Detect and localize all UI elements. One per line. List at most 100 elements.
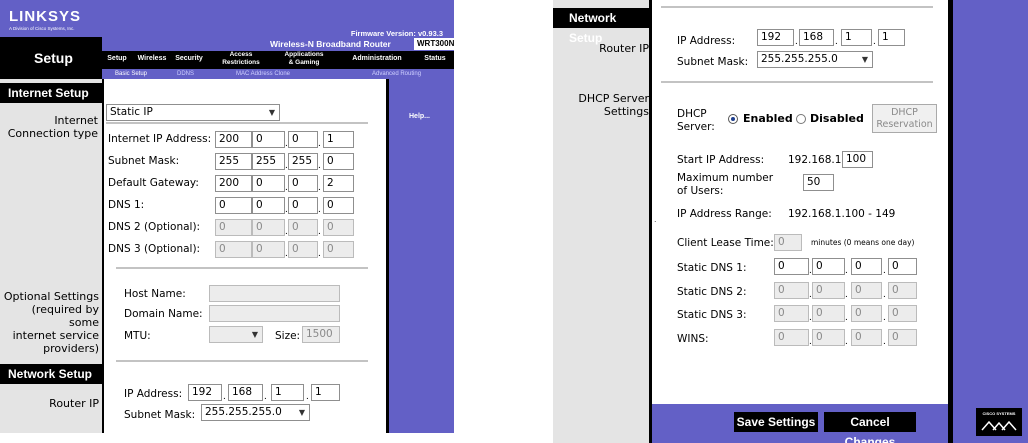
tab-administration[interactable]: Administration xyxy=(348,55,406,62)
dns1-octet-1[interactable]: 0 xyxy=(215,197,252,214)
static-dns3-octet-2[interactable]: 0 xyxy=(812,305,845,322)
dot: . xyxy=(845,289,848,300)
start-ip-input[interactable]: 100 xyxy=(842,151,873,168)
static-dns2-octet-2[interactable]: 0 xyxy=(812,282,845,299)
cisco-bridge-icon xyxy=(981,420,1017,431)
save-settings-button[interactable]: Save Settings xyxy=(734,412,818,432)
tab-access-restrictions[interactable]: Access Restrictions xyxy=(214,51,268,67)
gateway-octet-4[interactable]: 2 xyxy=(323,175,354,192)
label-lease-time: Client Lease Time: xyxy=(677,237,774,249)
label-ip-address: IP Address: xyxy=(124,388,183,400)
mtu-size-input[interactable]: 1500 xyxy=(302,326,340,343)
router-ip-octet-3[interactable]: 1 xyxy=(271,384,304,401)
router-ip-octet-1[interactable]: 192 xyxy=(757,29,794,46)
subnet-octet-2[interactable]: 255 xyxy=(252,153,285,170)
router-ip-octet-4[interactable]: 1 xyxy=(311,384,340,401)
section-network-setup: Network Setup xyxy=(0,364,102,384)
domain-name-input[interactable] xyxy=(209,305,340,322)
router-subnet-select[interactable]: 255.255.255.0 ▼ xyxy=(757,51,873,68)
dhcp-reservation-button[interactable]: DHCP Reservation xyxy=(872,104,937,133)
gateway-octet-2[interactable]: 0 xyxy=(252,175,285,192)
subnet-octet-1[interactable]: 255 xyxy=(215,153,252,170)
dot: . xyxy=(883,312,886,323)
dns3-octet-3[interactable]: 0 xyxy=(288,241,318,258)
gateway-octet-3[interactable]: 0 xyxy=(288,175,318,192)
subtab-ddns[interactable]: DDNS xyxy=(177,69,194,79)
dns3-octet-2[interactable]: 0 xyxy=(252,241,285,258)
router-ip-octet-3[interactable]: 1 xyxy=(841,29,872,46)
wins-octet-4[interactable]: 0 xyxy=(888,329,917,346)
subtab-mac-clone[interactable]: MAC Address Clone xyxy=(236,69,290,79)
internet-ip-octet-2[interactable]: 0 xyxy=(252,131,285,148)
max-users-input[interactable]: 50 xyxy=(803,174,834,191)
tab-setup[interactable]: Setup xyxy=(104,55,130,62)
static-dns1-octet-3[interactable]: 0 xyxy=(851,258,882,275)
static-dns1-octet-2[interactable]: 0 xyxy=(812,258,845,275)
static-dns2-octet-1[interactable]: 0 xyxy=(774,282,809,299)
internet-ip-octet-1[interactable]: 200 xyxy=(215,131,252,148)
static-dns1-octet-1[interactable]: 0 xyxy=(774,258,809,275)
router-subnet-value: 255.255.255.0 xyxy=(205,406,282,418)
dns2-octet-4[interactable]: 0 xyxy=(323,219,354,236)
static-dns3-octet-4[interactable]: 0 xyxy=(888,305,917,322)
static-dns3-octet-3[interactable]: 0 xyxy=(851,305,882,322)
dns2-octet-2[interactable]: 0 xyxy=(252,219,285,236)
router-ip-octet-2[interactable]: 168 xyxy=(799,29,834,46)
tab-status[interactable]: Status xyxy=(418,55,452,62)
dns1-octet-4[interactable]: 0 xyxy=(323,197,354,214)
label-static-dns2: Static DNS 2: xyxy=(677,286,747,298)
label-start-ip: Start IP Address: xyxy=(677,154,765,166)
help-link[interactable]: Help... xyxy=(409,113,430,120)
subtab-advanced-routing[interactable]: Advanced Routing xyxy=(372,69,421,79)
mtu-select[interactable]: ▼ xyxy=(209,326,263,343)
gateway-octet-1[interactable]: 200 xyxy=(215,175,252,192)
tab-applications-gaming[interactable]: Applications & Gaming xyxy=(276,51,332,67)
dot: . xyxy=(845,312,848,323)
label-dns3: DNS 3 (Optional): xyxy=(108,243,201,255)
dot: . xyxy=(318,160,321,171)
host-name-input[interactable] xyxy=(209,285,340,302)
router-subnet-select[interactable]: 255.255.255.0 ▼ xyxy=(201,404,310,421)
subtab-basic-setup[interactable]: Basic Setup xyxy=(115,69,147,79)
router-ip-octet-1[interactable]: 192 xyxy=(188,384,222,401)
tab-wireless[interactable]: Wireless xyxy=(134,55,170,62)
wins-octet-3[interactable]: 0 xyxy=(851,329,882,346)
label-max-users: Maximum number of Users: xyxy=(677,172,774,197)
wins-octet-2[interactable]: 0 xyxy=(812,329,845,346)
cisco-logo-text: CISCO SYSTEMS xyxy=(982,411,1016,416)
divider xyxy=(661,81,933,83)
info-mark: . xyxy=(654,214,657,224)
dns1-octet-2[interactable]: 0 xyxy=(252,197,285,214)
internet-ip-octet-3[interactable]: 0 xyxy=(288,131,318,148)
static-dns1-octet-4[interactable]: 0 xyxy=(888,258,917,275)
connection-type-select[interactable]: Static IP ▼ xyxy=(106,104,280,121)
label-default-gateway: Default Gateway: xyxy=(108,177,199,189)
label-static-dns1: Static DNS 1: xyxy=(677,262,747,274)
label-internet-ip: Internet IP Address: xyxy=(108,133,212,145)
subnet-octet-3[interactable]: 255 xyxy=(288,153,318,170)
dot: . xyxy=(873,36,876,47)
radio-selected-icon xyxy=(728,114,738,124)
static-dns3-octet-1[interactable]: 0 xyxy=(774,305,809,322)
wins-octet-1[interactable]: 0 xyxy=(774,329,809,346)
tab-security[interactable]: Security xyxy=(172,55,206,62)
internet-ip-octet-4[interactable]: 1 xyxy=(323,131,354,148)
static-dns2-octet-3[interactable]: 0 xyxy=(851,282,882,299)
dns3-octet-4[interactable]: 0 xyxy=(323,241,354,258)
router-ip-octet-2[interactable]: 168 xyxy=(228,384,263,401)
lease-time-input[interactable]: 0 xyxy=(774,234,802,251)
label-subnet-mask: Subnet Mask: xyxy=(677,56,749,68)
dot: . xyxy=(835,36,838,47)
dns2-octet-1[interactable]: 0 xyxy=(215,219,252,236)
label-subnet-mask: Subnet Mask: xyxy=(108,155,180,167)
dns1-octet-3[interactable]: 0 xyxy=(288,197,318,214)
dot: . xyxy=(318,204,321,215)
dns2-octet-3[interactable]: 0 xyxy=(288,219,318,236)
cancel-changes-button[interactable]: Cancel Changes xyxy=(824,412,916,443)
label-dns1: DNS 1: xyxy=(108,199,145,211)
subnet-octet-4[interactable]: 0 xyxy=(323,153,354,170)
dot: . xyxy=(318,182,321,193)
dns3-octet-1[interactable]: 0 xyxy=(215,241,252,258)
router-ip-octet-4[interactable]: 1 xyxy=(878,29,905,46)
static-dns2-octet-4[interactable]: 0 xyxy=(888,282,917,299)
